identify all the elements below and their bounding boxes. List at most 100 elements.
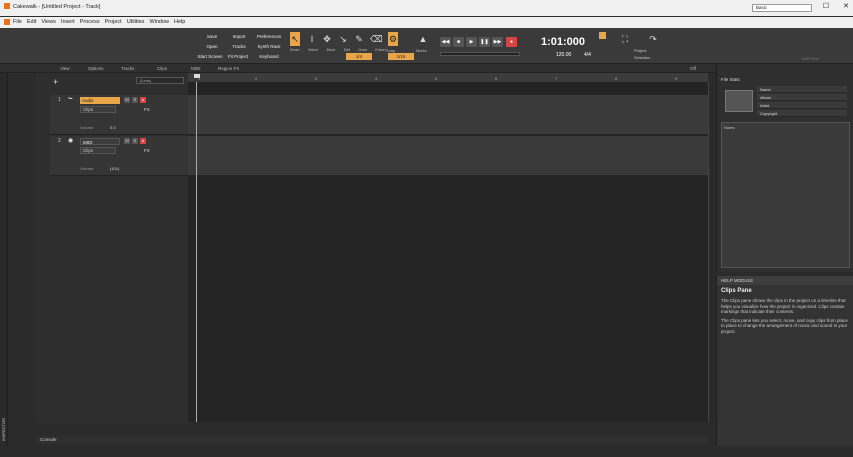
preset-select[interactable]: Basic: [752, 4, 812, 12]
nudge-value[interactable]: 1/16: [388, 53, 414, 60]
tempo-display[interactable]: 120.00: [556, 52, 571, 58]
menu-utilities[interactable]: Utilities: [127, 19, 145, 25]
synth-rack-button[interactable]: Synth Rack: [255, 42, 283, 51]
timeline-ruler[interactable]: 1 2 3 4 5 6 7 8 9: [188, 73, 708, 82]
inspector-label: INSPECTOR: [1, 418, 6, 442]
edit-tool-icon[interactable]: ↘: [338, 32, 348, 46]
meta-album[interactable]: Album: [757, 94, 847, 101]
menu-process[interactable]: Process: [80, 19, 100, 25]
inspector-strip[interactable]: INSPECTOR: [0, 73, 8, 447]
tool-labels: Smart Select Move Edit Draw Eraser: [290, 48, 386, 52]
snap-value[interactable]: 1/4: [346, 53, 372, 60]
fx-bin[interactable]: FX: [144, 107, 150, 112]
track-mode-select[interactable]: Clips: [80, 147, 116, 154]
notes-textarea[interactable]: Notes: [721, 122, 850, 268]
stop-button[interactable]: ■: [453, 37, 464, 47]
volume-label: Volume: [80, 166, 94, 171]
menu-insert[interactable]: Insert: [61, 19, 75, 25]
add-track-icon[interactable]: +: [53, 77, 58, 87]
mute-button[interactable]: M: [124, 138, 130, 144]
tracks-button[interactable]: Tracks: [230, 42, 248, 51]
ruler-mark: 3: [315, 76, 318, 81]
tool-label: Select: [308, 48, 319, 52]
marks-icon[interactable]: ▲: [418, 32, 428, 46]
meta-artist[interactable]: Artist: [757, 102, 847, 109]
range-project[interactable]: Project: [634, 48, 646, 53]
meta-copyright[interactable]: Copyright: [757, 110, 847, 117]
play-button[interactable]: ▶: [466, 37, 477, 47]
import-button[interactable]: Import: [230, 32, 248, 41]
track-row-audio[interactable]: 1 ⏦ Audio M S ● Clips FX Volume 0.0: [50, 95, 188, 135]
menu-midi[interactable]: MIDI: [191, 66, 201, 71]
redo-icon[interactable]: ↷: [648, 32, 658, 46]
select-range-icon[interactable]: ⛶: [620, 32, 630, 46]
range-selection[interactable]: Selection: [634, 55, 650, 60]
clip-lane-audio[interactable]: [188, 95, 708, 135]
save-button[interactable]: Save: [203, 32, 221, 41]
draw-tool-icon[interactable]: ✎: [354, 32, 364, 46]
ruler-mark: 1: [198, 76, 201, 81]
app-logo-icon: [4, 3, 10, 9]
track-filter[interactable]: (Lens): [136, 77, 184, 84]
move-tool-icon[interactable]: ✥: [322, 32, 332, 46]
smart-tool-icon[interactable]: ↖: [290, 32, 300, 46]
menu-help[interactable]: Help: [174, 19, 185, 25]
track-name[interactable]: MIDI: [80, 138, 120, 145]
menu-file[interactable]: File: [13, 19, 22, 25]
volume-value[interactable]: (101): [110, 166, 119, 171]
volume-value[interactable]: 0.0: [110, 125, 116, 130]
menu-tracks[interactable]: Tracks: [121, 66, 134, 71]
file-stats-label: File Stats: [721, 77, 740, 82]
track-row-midi[interactable]: 2 ◉ MIDI M S ● Clips FX Volume (101): [50, 136, 188, 176]
menu-project[interactable]: Project: [105, 19, 122, 25]
mute-button[interactable]: M: [124, 97, 130, 103]
record-arm-button[interactable]: ●: [140, 138, 146, 144]
eraser-tool-icon[interactable]: ⌫: [370, 32, 383, 46]
select-tool-icon[interactable]: I: [307, 32, 317, 46]
fit-project-button[interactable]: Fit Project: [227, 52, 249, 61]
track-name[interactable]: Audio: [80, 97, 120, 104]
fx-bin[interactable]: FX: [144, 148, 150, 153]
close-button[interactable]: ✕: [843, 3, 849, 10]
ruler-mark: 6: [495, 76, 498, 81]
menu-region-fx[interactable]: Region FX: [218, 66, 239, 71]
start-screen-button[interactable]: Start Screen: [196, 52, 224, 61]
solo-button[interactable]: S: [132, 97, 138, 103]
open-button[interactable]: Open: [203, 42, 221, 51]
fast-forward-button[interactable]: ▶▶: [492, 37, 503, 47]
audio-wave-icon: ⏦: [68, 96, 73, 102]
menu-edit[interactable]: Edit: [27, 19, 36, 25]
record-button[interactable]: ●: [506, 37, 517, 47]
zoom-level[interactable]: Off: [690, 66, 696, 71]
meter-display[interactable]: 4/4: [584, 52, 591, 58]
meta-name[interactable]: Name: [757, 86, 847, 93]
document-icon: [4, 19, 10, 25]
clips-pane[interactable]: [188, 82, 708, 422]
console-tab[interactable]: Console: [40, 437, 57, 442]
clip-lane-midi[interactable]: [188, 136, 708, 176]
help-paragraph: The Clips pane shows the clips in the pr…: [721, 298, 846, 314]
keyboard-button[interactable]: Keyboard: [255, 52, 283, 61]
solo-button[interactable]: S: [132, 138, 138, 144]
menu-bar: File Edit Views Insert Process Project Utiliti…: [0, 17, 853, 28]
tool-label: Eraser: [375, 48, 386, 52]
menu-views[interactable]: Views: [41, 19, 56, 25]
position-slider[interactable]: [440, 52, 520, 56]
edit-filter-label: Edit Filter: [802, 56, 819, 61]
maximize-button[interactable]: ☐: [823, 3, 829, 10]
menu-options[interactable]: Options: [88, 66, 104, 71]
menu-clips[interactable]: Clips: [157, 66, 167, 71]
vertical-scrollbar[interactable]: [708, 82, 714, 422]
track-mode-select[interactable]: Clips: [80, 106, 116, 113]
help-paragraph: The Clips pane lets you select, move, an…: [721, 317, 848, 334]
menu-window[interactable]: Window: [149, 19, 169, 25]
album-art-icon[interactable]: [725, 90, 753, 112]
pause-button[interactable]: ❚❚: [479, 37, 490, 47]
menu-view[interactable]: View: [60, 66, 70, 71]
record-arm-button[interactable]: ●: [140, 97, 146, 103]
snap-icon[interactable]: ⚙: [388, 32, 398, 46]
track-number: 2: [58, 138, 61, 144]
preferences-button[interactable]: Preferences: [255, 32, 283, 41]
rewind-button[interactable]: ◀◀: [440, 37, 451, 47]
loop-icon[interactable]: [599, 32, 606, 39]
